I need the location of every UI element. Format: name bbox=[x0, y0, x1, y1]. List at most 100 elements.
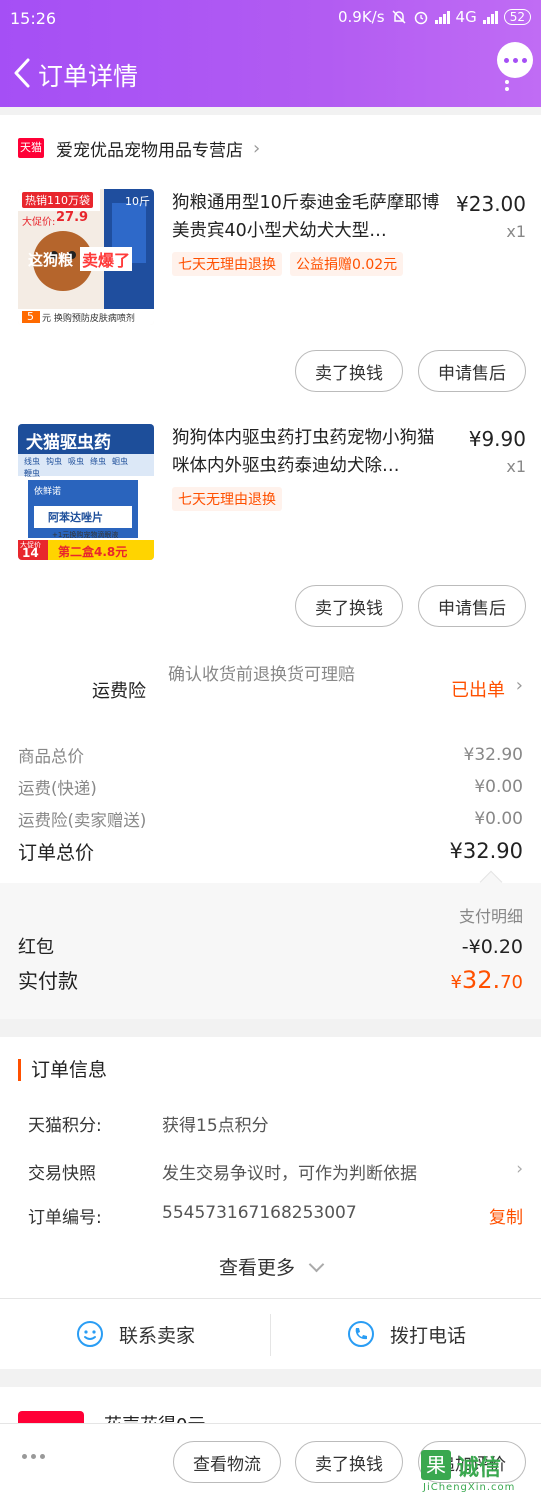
item-price: ¥9.90 bbox=[468, 427, 526, 451]
more-menu-button[interactable] bbox=[497, 42, 533, 78]
sell-for-cash-button[interactable]: 卖了换钱 bbox=[295, 350, 403, 392]
tag-return: 七天无理由退换 bbox=[172, 252, 282, 276]
order-total-row: 订单总价 ¥32.90 bbox=[18, 837, 523, 865]
status-indicators: 0.9K/s 4G 52 bbox=[338, 8, 531, 26]
thumb-bottom-num: 5 bbox=[27, 310, 34, 323]
actual-int: 32. bbox=[461, 966, 501, 994]
caret-pointer bbox=[479, 870, 503, 894]
after-sales-button[interactable]: 申请售后 bbox=[418, 350, 526, 392]
worm-item: 鞭虫 bbox=[24, 469, 40, 478]
recommend-card[interactable]: 花声花得0元 bbox=[0, 1387, 541, 1427]
insurance-fee-value: ¥0.00 bbox=[474, 809, 523, 829]
product-thumbnail[interactable]: 犬猫驱虫药 线虫 钩虫 吸虫 绦虫 蛔虫 鞭虫 依鲜诺 阿苯达唑片 +1元换购宠… bbox=[18, 424, 154, 560]
call-phone-button[interactable]: 拨打电话 bbox=[271, 1299, 541, 1369]
battery-icon: 52 bbox=[503, 9, 531, 25]
thumb-headline-b: 卖爆了 bbox=[80, 247, 133, 271]
chevron-down-icon bbox=[308, 1256, 325, 1273]
status-bar: 15:26 0.9K/s 4G 52 bbox=[0, 0, 541, 36]
order-number-key: 订单编号: bbox=[28, 1208, 102, 1228]
order-number-value: 554573167168253007 bbox=[162, 1203, 357, 1223]
insurance-status: 已出单 bbox=[451, 680, 505, 701]
insurance-description: 确认收货前退换货可理赔 bbox=[168, 665, 355, 685]
more-actions-icon[interactable] bbox=[22, 1454, 45, 1459]
see-more-button[interactable]: 查看更多 bbox=[0, 1253, 541, 1280]
shipping-fee-value: ¥0.00 bbox=[474, 777, 523, 797]
thumb-price-label: 大促价: bbox=[22, 217, 56, 228]
item-quantity: x1 bbox=[506, 222, 526, 241]
red-packet-label: 红包 bbox=[18, 937, 54, 958]
red-packet-row: 红包 -¥0.20 bbox=[18, 933, 523, 959]
worm-item: 蛔虫 bbox=[112, 457, 128, 466]
bottom-action-bar: 查看物流 卖了换钱 追加评价 果 诚信 JiChengXin.com bbox=[0, 1423, 541, 1500]
back-arrow-icon[interactable] bbox=[10, 56, 38, 90]
view-logistics-button[interactable]: 查看物流 bbox=[173, 1441, 281, 1483]
actual-payment-label: 实付款 bbox=[18, 969, 78, 993]
order-info-title: 订单信息 bbox=[18, 1059, 107, 1081]
payment-details-box: 支付明细 红包 -¥0.20 实付款 ¥32.70 bbox=[0, 870, 541, 1019]
site-watermark: 果 诚信 JiChengXin.com bbox=[417, 1446, 535, 1496]
points-key: 天猫积分: bbox=[28, 1116, 102, 1136]
goods-total-value: ¥32.90 bbox=[463, 745, 523, 765]
actual-dec: 70 bbox=[500, 972, 523, 993]
item-title[interactable]: 狗粮通用型10斤泰迪金毛萨摩耶博美贵宾40小型犬幼犬大型… bbox=[172, 189, 447, 245]
more-vertical-icon[interactable] bbox=[505, 80, 511, 96]
order-total-label: 订单总价 bbox=[18, 841, 95, 864]
watermark-text: 诚信 bbox=[457, 1456, 502, 1481]
thumb-top-badge: 热销110万袋 bbox=[22, 192, 93, 208]
see-more-label: 查看更多 bbox=[218, 1257, 295, 1279]
thumb-price: 27.9 bbox=[56, 210, 89, 225]
actual-payment-row: 实付款 ¥32.70 bbox=[18, 965, 523, 994]
red-packet-value: -¥0.20 bbox=[461, 936, 523, 958]
chevron-right-icon: › bbox=[515, 675, 523, 696]
signal-icon-2 bbox=[482, 10, 498, 24]
watermark-url: JiChengXin.com bbox=[423, 1482, 516, 1493]
points-row: 天猫积分: 获得15点积分 bbox=[28, 1111, 523, 1139]
contact-seller-label: 联系卖家 bbox=[118, 1324, 195, 1347]
thumb-title: 犬猫驱虫药 bbox=[26, 433, 111, 453]
tag-return: 七天无理由退换 bbox=[172, 487, 282, 511]
item-title[interactable]: 狗狗体内驱虫药打虫药宠物小狗猫咪体内外驱虫药泰迪幼犬除… bbox=[172, 424, 447, 480]
actual-payment-value: ¥32.70 bbox=[450, 966, 523, 994]
watermark-logo: 果 bbox=[421, 1450, 451, 1480]
shop-row[interactable]: 天猫 爱宠优品宠物用品专营店 › bbox=[18, 135, 260, 161]
network-type: 4G bbox=[455, 8, 477, 26]
status-time: 15:26 bbox=[10, 9, 57, 28]
shipping-fee-row: 运费(快递) ¥0.00 bbox=[18, 773, 523, 801]
snapshot-key: 交易快照 bbox=[28, 1164, 96, 1184]
call-phone-label: 拨打电话 bbox=[389, 1324, 466, 1347]
copy-button[interactable]: 复制 bbox=[489, 1203, 523, 1228]
thumb-worm-list: 线虫 钩虫 吸虫 绦虫 蛔虫 鞭虫 bbox=[24, 456, 148, 479]
order-number-row: 订单编号: 554573167168253007 复制 bbox=[28, 1203, 523, 1231]
order-info-card: 订单信息 天猫积分: 获得15点积分 交易快照 发生交易争议时，可作为判断依据 … bbox=[0, 1037, 541, 1369]
snapshot-row[interactable]: 交易快照 发生交易争议时，可作为判断依据 › bbox=[28, 1159, 523, 1187]
shipping-fee-label: 运费(快递) bbox=[18, 779, 97, 798]
item-tags: 七天无理由退换 bbox=[172, 487, 282, 511]
order-card: 天猫 爱宠优品宠物用品专营店 › 热销110万袋 大促价: 27.9 10斤 这… bbox=[0, 115, 541, 1019]
product-thumbnail[interactable]: 热销110万袋 大促价: 27.9 10斤 这狗粮 卖爆了 5 元 换购预防皮肤… bbox=[18, 189, 154, 325]
shipping-insurance-row[interactable]: 运费险 确认收货前退换货可理赔 已出单 › bbox=[0, 660, 541, 720]
points-value: 获得15点积分 bbox=[162, 1116, 269, 1136]
mute-icon bbox=[392, 10, 406, 24]
insurance-fee-row: 运费险(卖家赠送) ¥0.00 bbox=[18, 805, 523, 833]
thumb-bottom-text: 元 换购预防皮肤病喷剂 bbox=[42, 314, 135, 324]
tag-charity: 公益捐赠0.02元 bbox=[290, 252, 404, 276]
net-speed: 0.9K/s bbox=[337, 8, 385, 26]
shop-name: 爱宠优品宠物用品专营店 bbox=[56, 140, 243, 161]
thumb-price: 14 bbox=[22, 546, 39, 560]
insurance-fee-label: 运费险(卖家赠送) bbox=[18, 811, 147, 830]
after-sales-button[interactable]: 申请售后 bbox=[418, 585, 526, 627]
phone-icon bbox=[347, 1321, 374, 1347]
alarm-icon bbox=[414, 11, 427, 25]
contact-seller-button[interactable]: 联系卖家 bbox=[0, 1299, 270, 1369]
sell-for-cash-button[interactable]: 卖了换钱 bbox=[295, 1441, 403, 1483]
payment-detail-label: 支付明细 bbox=[458, 907, 523, 926]
tmall-badge: 天猫 bbox=[18, 138, 44, 158]
item-quantity: x1 bbox=[506, 457, 526, 476]
signal-icon bbox=[434, 10, 450, 24]
page-title: 订单详情 bbox=[38, 62, 139, 91]
sell-for-cash-button[interactable]: 卖了换钱 bbox=[295, 585, 403, 627]
order-total-value: ¥32.90 bbox=[449, 839, 523, 863]
chat-bubble-icon bbox=[76, 1321, 103, 1347]
chevron-right-icon: › bbox=[253, 137, 261, 159]
thumb-promo-small: +1元换购宠物滴眼液 bbox=[52, 531, 119, 539]
